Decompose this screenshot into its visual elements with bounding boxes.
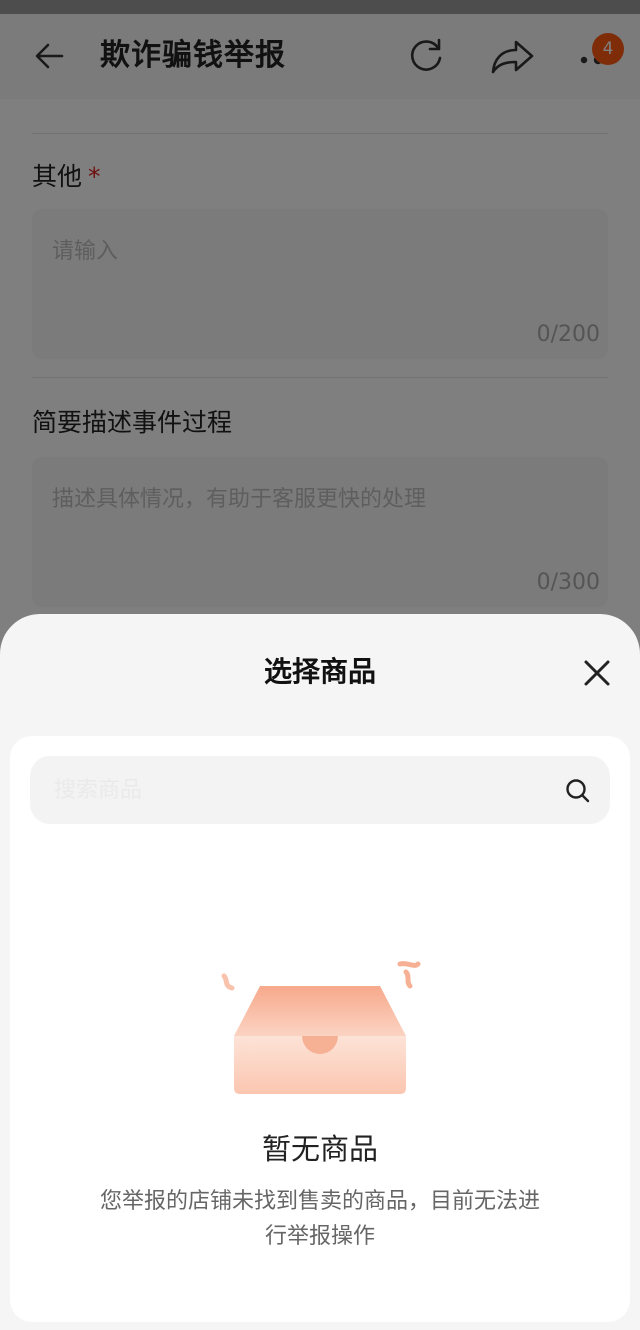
close-icon[interactable] [580, 656, 614, 690]
empty-state-title: 暂无商品 [261, 1132, 378, 1166]
search-bar[interactable] [30, 756, 610, 824]
sheet-title: 选择商品 [263, 655, 376, 688]
search-icon[interactable] [564, 777, 592, 805]
search-input[interactable] [54, 756, 554, 824]
empty-state-description: 您举报的店铺未找到售卖的商品，目前无法进行举报操作 [100, 1189, 541, 1249]
empty-box-illustration [221, 961, 421, 1094]
select-product-sheet: 选择商品 搜索商品 暂无商品 您举报的店铺未找到售卖的商品，目前无法进行举报操作 [0, 614, 640, 1330]
product-card: 暂无商品 您举报的店铺未找到售卖的商品，目前无法进行举报操作 [10, 736, 630, 1322]
